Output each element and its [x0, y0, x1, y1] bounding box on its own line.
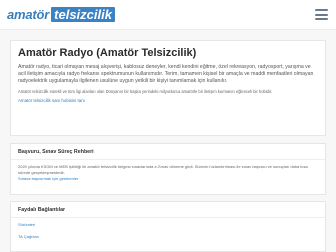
- intro-card: Amatör Radyo (Amatör Telsizcilik) Amatör…: [10, 40, 326, 136]
- logo-text-telsizcilik: telsizcilik: [51, 6, 115, 22]
- site-logo[interactable]: amatör telsizcilik: [7, 6, 115, 22]
- useful-links-card: Faydalı Bağlantılar Sürümleri TA Çağrıla…: [10, 201, 326, 252]
- intro-paragraph: Amatör radyo, ticari olmayan mesaj alışv…: [18, 64, 314, 85]
- logo-text-amator: amatör: [7, 6, 50, 22]
- intro-secondary-paragraph: Amatör telsizcilik sürekli ve tüm ilgi a…: [18, 89, 273, 95]
- useful-link-item[interactable]: Sürümleri: [18, 222, 318, 228]
- exam-requirements-link[interactable]: Sınava başvurmak için gerekenler: [18, 176, 318, 182]
- application-guide-card: Başvuru, Sınav Süreç Rehberi 2020 yılınd…: [10, 143, 326, 195]
- useful-links-list: Sürümleri TA Çağrıları: [11, 218, 325, 250]
- application-guide-title: Başvuru, Sınav Süreç Rehberi: [11, 144, 325, 160]
- site-header: amatör telsizcilik: [0, 0, 336, 30]
- useful-link-item[interactable]: TA Çağrıları: [18, 234, 318, 240]
- application-guide-text: 2020 yılında KSGM ve MEB işbirliği ile a…: [18, 164, 308, 175]
- useful-links-title: Faydalı Bağlantılar: [11, 202, 325, 218]
- page-title: Amatör Radyo (Amatör Telsizcilik): [18, 47, 197, 59]
- hamburger-menu-icon[interactable]: [315, 9, 328, 20]
- learn-hobby-link[interactable]: Amatör telsizcilik sanı hobisini tanı: [18, 98, 318, 103]
- application-guide-body: 2020 yılında KSGM ve MEB işbirliği ile a…: [11, 160, 325, 185]
